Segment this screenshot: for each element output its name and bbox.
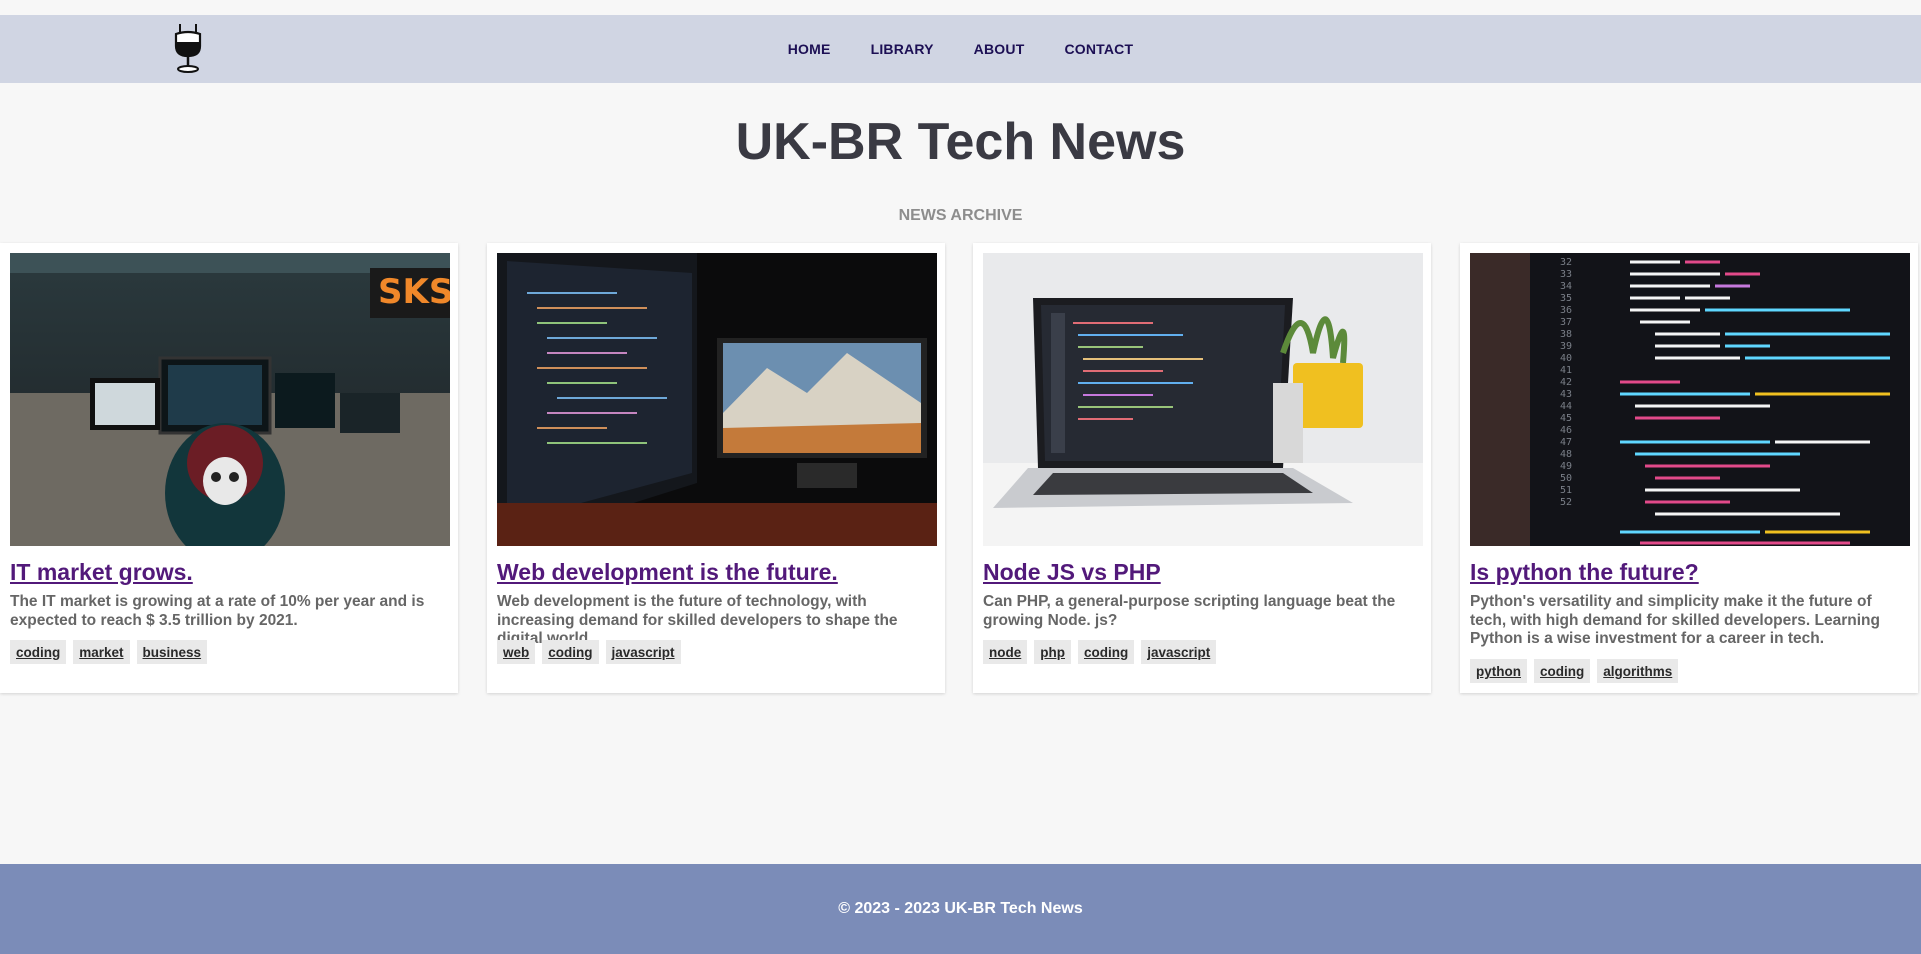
tag-link[interactable]: web <box>497 640 536 664</box>
tag-link[interactable]: python <box>1470 659 1527 683</box>
tag-list: coding market business <box>10 640 208 664</box>
article-description: The IT market is growing at a rate of 10… <box>10 593 425 629</box>
article-image[interactable]: 32 33 34 35 36 37 38 39 40 41 42 43 44 45 46 47 48 4… <box>1470 253 1910 546</box>
tag-link[interactable]: coding <box>1534 659 1591 683</box>
svg-text:SKS: SKS <box>378 272 450 312</box>
tag-link[interactable]: business <box>136 640 208 664</box>
navbar: HOME LIBRARY ABOUT CONTACT <box>0 15 1921 83</box>
svg-text:47: 47 <box>1560 437 1572 448</box>
article-title-link[interactable]: IT market grows. <box>10 559 450 586</box>
svg-text:33: 33 <box>1560 269 1572 280</box>
svg-text:34: 34 <box>1560 281 1572 292</box>
svg-text:48: 48 <box>1560 449 1572 460</box>
svg-text:40: 40 <box>1560 353 1572 364</box>
article-title-link[interactable]: Node JS vs PHP <box>983 559 1423 586</box>
article-card: 32 33 34 35 36 37 38 39 40 41 42 43 44 45 46 47 48 4… <box>1460 243 1918 693</box>
page-title: UK-BR Tech News <box>735 113 1186 171</box>
svg-text:41: 41 <box>1560 365 1572 376</box>
article-card: SKS IT market grows. The IT market is gr… <box>0 243 458 693</box>
tag-link[interactable]: coding <box>542 640 599 664</box>
tag-link[interactable]: coding <box>1078 640 1135 664</box>
tag-list: python coding algorithms <box>1470 659 1679 683</box>
svg-text:45: 45 <box>1560 413 1572 424</box>
svg-text:46: 46 <box>1560 425 1572 436</box>
tag-link[interactable]: php <box>1034 640 1071 664</box>
svg-text:43: 43 <box>1560 389 1572 400</box>
tag-link[interactable]: node <box>983 640 1028 664</box>
article-title-link[interactable]: Web development is the future. <box>497 559 937 586</box>
svg-text:38: 38 <box>1560 329 1572 340</box>
article-title-link[interactable]: Is python the future? <box>1470 559 1910 586</box>
tag-list: web coding javascript <box>497 640 681 664</box>
svg-text:39: 39 <box>1560 341 1572 352</box>
article-description: Can PHP, a general-purpose scripting lan… <box>983 593 1396 629</box>
article-card: Web development is the future. Web devel… <box>487 243 945 693</box>
article-description: Python's versatility and simplicity make… <box>1470 593 1880 647</box>
nav-links: HOME LIBRARY ABOUT CONTACT <box>0 15 1921 83</box>
tag-link[interactable]: javascript <box>1141 640 1217 664</box>
tag-link[interactable]: market <box>73 640 130 664</box>
microphone-logo-icon[interactable] <box>170 22 206 76</box>
nav-about-link[interactable]: ABOUT <box>974 41 1025 57</box>
svg-text:32: 32 <box>1560 257 1572 268</box>
tag-link[interactable]: coding <box>10 640 67 664</box>
svg-text:35: 35 <box>1560 293 1572 304</box>
svg-text:50: 50 <box>1560 473 1572 484</box>
nav-home-link[interactable]: HOME <box>788 41 831 57</box>
nav-contact-link[interactable]: CONTACT <box>1064 41 1133 57</box>
article-image[interactable] <box>983 253 1423 546</box>
svg-text:51: 51 <box>1560 485 1572 496</box>
top-strip <box>0 0 1921 15</box>
svg-text:37: 37 <box>1560 317 1572 328</box>
svg-text:49: 49 <box>1560 461 1572 472</box>
article-card: Node JS vs PHP Can PHP, a general-purpos… <box>973 243 1431 693</box>
tag-link[interactable]: javascript <box>605 640 681 664</box>
svg-text:52: 52 <box>1560 497 1572 508</box>
nav-library-link[interactable]: LIBRARY <box>871 41 934 57</box>
article-image[interactable]: SKS <box>10 253 450 546</box>
tag-list: node php coding javascript <box>983 640 1217 664</box>
footer: © 2023 - 2023 UK-BR Tech News <box>0 864 1921 954</box>
section-label: NEWS ARCHIVE <box>898 207 1023 224</box>
svg-text:44: 44 <box>1560 401 1572 412</box>
article-image[interactable] <box>497 253 937 546</box>
svg-text:36: 36 <box>1560 305 1572 316</box>
svg-text:42: 42 <box>1560 377 1572 388</box>
tag-link[interactable]: algorithms <box>1597 659 1679 683</box>
footer-copyright: © 2023 - 2023 UK-BR Tech News <box>838 900 1083 917</box>
